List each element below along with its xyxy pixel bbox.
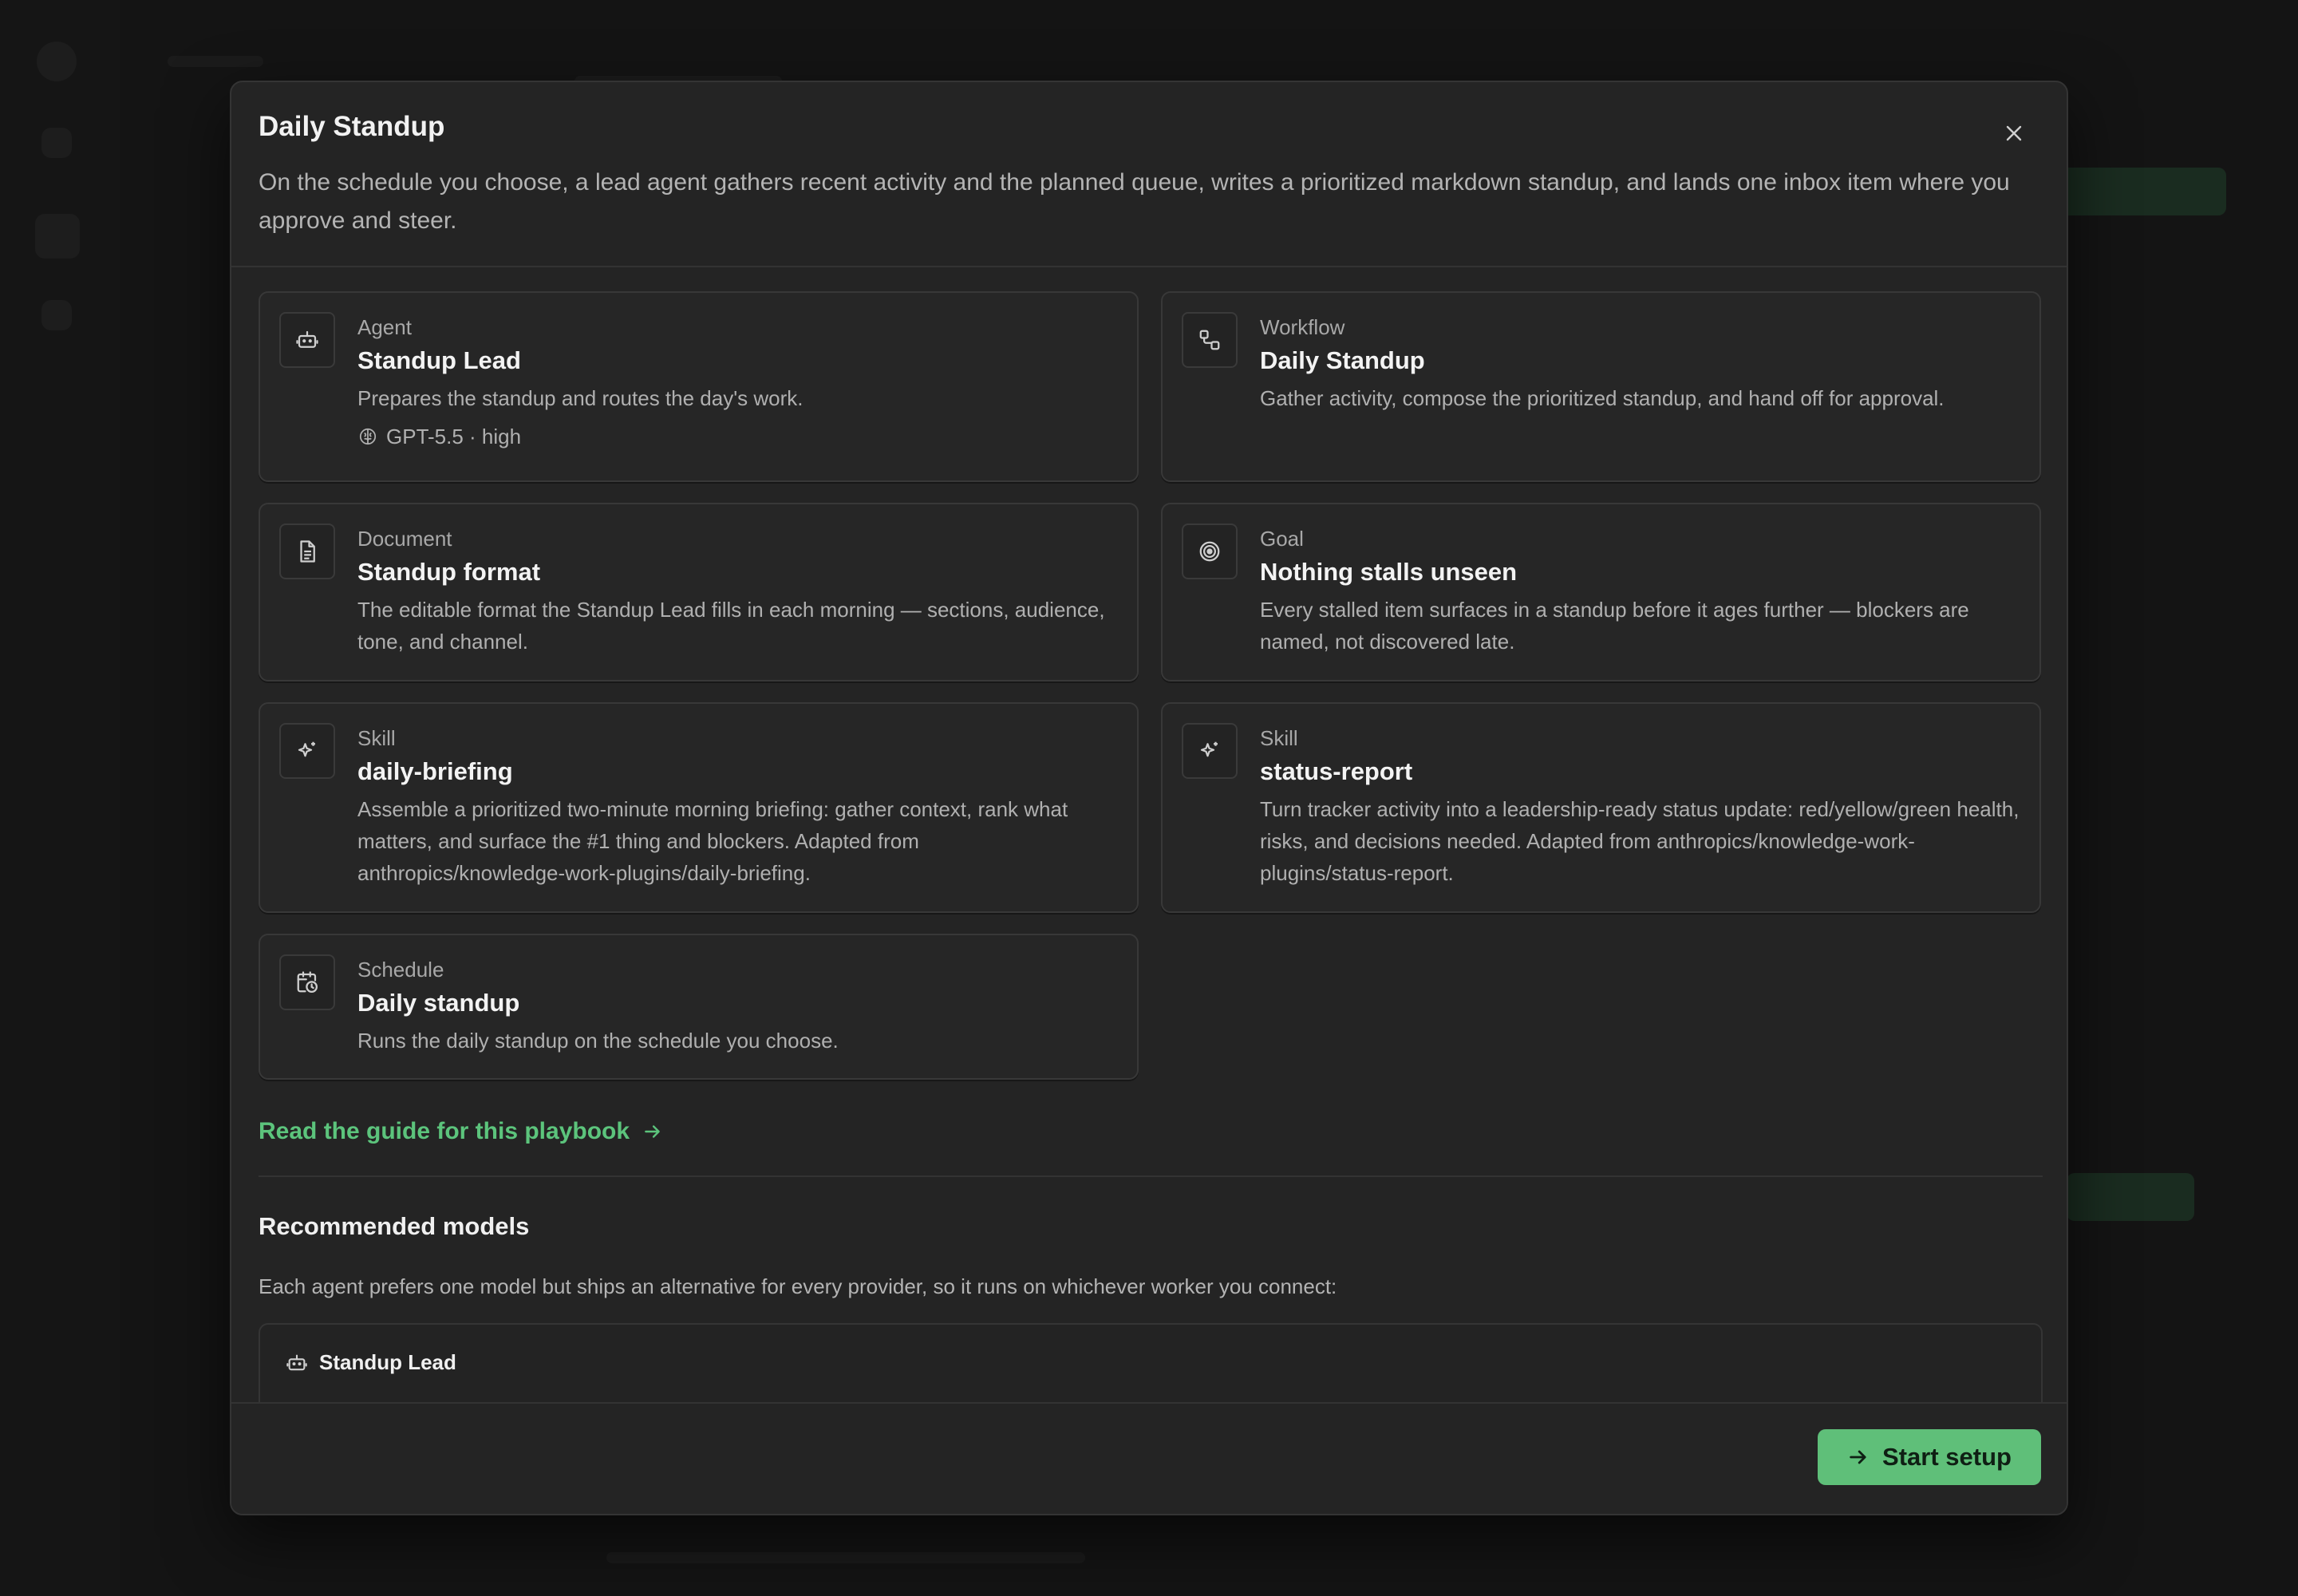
background-nav-icon xyxy=(35,214,80,259)
card-kind: Schedule xyxy=(357,958,444,982)
card-icon-box xyxy=(279,954,335,1010)
card-kind: Agent xyxy=(357,315,412,339)
card-icon-box xyxy=(1182,523,1238,579)
card-icon-box xyxy=(1182,723,1238,779)
arrow-right-icon xyxy=(1850,1450,1866,1464)
card-icon-box xyxy=(1182,312,1238,368)
card-goal[interactable]: Goal Nothing stalls unseen Every stalled… xyxy=(1161,503,2041,681)
card-title: daily-briefing xyxy=(357,757,513,785)
card-skill-daily-briefing[interactable]: Skill daily-briefing Assemble a prioriti… xyxy=(259,702,1139,913)
document-icon xyxy=(300,540,315,563)
sparkle-icon xyxy=(1200,741,1218,757)
background-nav-icon xyxy=(41,128,72,158)
recommended-models-title: Recommended models xyxy=(259,1212,530,1240)
card-description: Assemble a prioritized two-minute mornin… xyxy=(357,797,1068,885)
card-agent[interactable]: Agent Standup Lead Prepares the standup … xyxy=(259,291,1139,482)
agent-model-row: Standup Lead xyxy=(286,1350,2016,1375)
arrow-right-icon xyxy=(645,1125,660,1138)
card-description: Runs the daily standup on the schedule y… xyxy=(357,1029,839,1053)
calendar-clock-icon xyxy=(297,971,318,993)
card-kind: Document xyxy=(357,527,452,551)
dialog-footer: Start setup xyxy=(231,1402,2067,1514)
robot-icon xyxy=(296,330,318,348)
playbook-dialog: Daily Standup On the schedule you choose… xyxy=(230,81,2068,1515)
guide-link[interactable]: Read the guide for this playbook xyxy=(259,1118,663,1145)
background-nav-icon xyxy=(41,300,72,330)
dialog-title: Daily Standup xyxy=(259,111,445,142)
dialog-header: Daily Standup On the schedule you choose… xyxy=(231,82,2067,267)
playbook-items-grid: Agent Standup Lead Prepares the standup … xyxy=(259,291,2043,1080)
card-icon-box xyxy=(279,312,335,368)
background-text xyxy=(606,1552,1085,1563)
card-kind: Skill xyxy=(1260,726,1298,750)
robot-icon xyxy=(286,1354,307,1370)
card-title: Daily Standup xyxy=(1260,346,1425,374)
card-title: Standup format xyxy=(357,558,541,586)
card-title: Nothing stalls unseen xyxy=(1260,558,1518,586)
card-schedule[interactable]: Schedule Daily standup Runs the daily st… xyxy=(259,934,1139,1080)
start-setup-button[interactable]: Start setup xyxy=(1818,1429,2041,1485)
card-document[interactable]: Document Standup format The editable for… xyxy=(259,503,1139,681)
card-title: status-report xyxy=(1260,757,1413,785)
card-description: The editable format the Standup Lead fil… xyxy=(357,598,1105,654)
recommended-models-description: Each agent prefers one model but ships a… xyxy=(259,1274,1337,1298)
card-title: Standup Lead xyxy=(357,346,521,374)
background-button xyxy=(2067,1173,2194,1221)
card-icon-box xyxy=(279,723,335,779)
target-icon xyxy=(1199,541,1220,562)
start-setup-label: Start setup xyxy=(1882,1443,2012,1471)
card-title: Daily standup xyxy=(357,989,520,1017)
background-text xyxy=(168,56,263,67)
dialog-description: On the schedule you choose, a lead agent… xyxy=(259,169,2010,234)
brain-icon xyxy=(359,428,377,445)
agent-name: Standup Lead xyxy=(319,1350,456,1374)
model-badge: GPT-5.5 · high xyxy=(357,422,1118,451)
card-kind: Skill xyxy=(357,726,396,750)
guide-link-label: Read the guide for this playbook xyxy=(259,1118,630,1144)
card-description: Turn tracker activity into a leadership-… xyxy=(1260,797,2020,885)
card-kind: Goal xyxy=(1260,527,1304,551)
card-description: Every stalled item surfaces in a standup… xyxy=(1260,598,1969,654)
card-description: Gather activity, compose the prioritized… xyxy=(1260,386,1945,410)
card-workflow[interactable]: Workflow Daily Standup Gather activity, … xyxy=(1161,291,2041,482)
close-icon xyxy=(2006,125,2022,141)
card-icon-box xyxy=(279,523,335,579)
card-description: Prepares the standup and routes the day'… xyxy=(357,386,804,410)
card-skill-status-report[interactable]: Skill status-report Turn tracker activit… xyxy=(1161,702,2041,913)
model-label: GPT-5.5 · high xyxy=(386,425,522,448)
dialog-body: Agent Standup Lead Prepares the standup … xyxy=(259,291,2043,1480)
card-kind: Workflow xyxy=(1260,315,1345,339)
sparkle-icon xyxy=(298,741,315,757)
workflow-icon xyxy=(1199,330,1220,350)
section-divider xyxy=(259,1175,2043,1177)
close-button[interactable] xyxy=(1998,117,2030,149)
background-logo xyxy=(37,41,77,81)
